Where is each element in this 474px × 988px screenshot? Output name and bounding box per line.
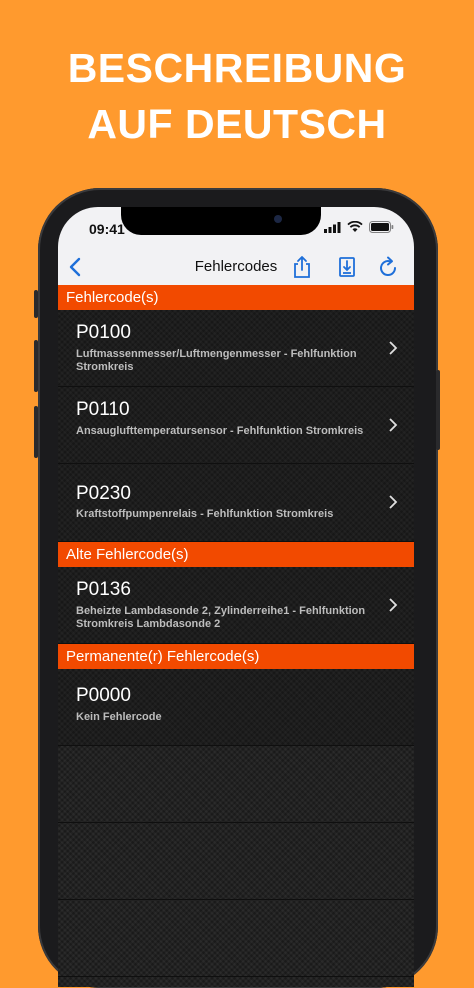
fault-code: P0000 [76, 685, 131, 706]
status-icons [324, 221, 394, 233]
power-button [436, 370, 440, 450]
volume-down-button [34, 406, 38, 458]
phone-screen: 09:41 Fehlercodes Fehlercode(s) P0100 Lu… [58, 207, 414, 987]
fault-code: P0136 [76, 579, 131, 600]
battery-icon [369, 221, 394, 233]
empty-rows [58, 746, 414, 977]
fault-description: Beheizte Lambdasonde 2, Zylinderreihe1 -… [76, 605, 366, 630]
chevron-right-icon [389, 418, 398, 432]
list-item[interactable]: P0230 Kraftstoffpumpenrelais - Fehlfunkt… [58, 464, 414, 542]
chevron-right-icon [389, 341, 398, 355]
fault-description: Luftmassenmesser/Luftmengenmesser - Fehl… [76, 348, 357, 373]
empty-row [58, 746, 414, 823]
status-time: 09:41 [89, 221, 125, 237]
list-item[interactable]: P0110 Ansauglufttemperatursensor - Fehlf… [58, 387, 414, 464]
fault-code-list: Fehlercode(s) P0100 Luftmassenmesser/Luf… [58, 285, 414, 987]
headline-line-2: AUF DEUTSCH [87, 101, 387, 147]
nav-title: Fehlercodes [194, 258, 278, 275]
fault-code: P0100 [76, 322, 131, 343]
notch [121, 207, 321, 235]
fault-description: Ansauglufttemperatursensor - Fehlfunktio… [76, 425, 364, 437]
fault-code: P0230 [76, 483, 131, 504]
volume-up-button [34, 340, 38, 392]
list-item[interactable]: P0136 Beheizte Lambdasonde 2, Zylinderre… [58, 567, 414, 644]
empty-row [58, 823, 414, 900]
fault-description: Kein Fehlercode [76, 711, 162, 723]
signal-icon [324, 221, 341, 233]
share-icon[interactable] [290, 255, 314, 279]
mute-switch [34, 290, 38, 318]
section-header-current: Fehlercode(s) [58, 285, 414, 310]
section-header-old: Alte Fehlercode(s) [58, 542, 414, 567]
empty-row [58, 900, 414, 977]
headline-line-1: BESCHREIBUNG [67, 45, 407, 91]
save-document-icon[interactable] [335, 255, 359, 279]
chevron-right-icon [389, 598, 398, 612]
camera [274, 215, 282, 223]
navigation-bar: Fehlercodes [58, 247, 414, 286]
section-header-permanent: Permanente(r) Fehlercode(s) [58, 644, 414, 669]
fault-code: P0110 [76, 399, 130, 420]
headline: BESCHREIBUNG AUF DEUTSCH [0, 40, 474, 152]
refresh-icon[interactable] [376, 255, 400, 279]
fault-description: Kraftstoffpumpenrelais - Fehlfunktion St… [76, 508, 334, 520]
wifi-icon [347, 221, 363, 232]
chevron-right-icon [389, 495, 398, 509]
list-item: P0000 Kein Fehlercode [58, 669, 414, 746]
list-item[interactable]: P0100 Luftmassenmesser/Luftmengenmesser … [58, 310, 414, 387]
